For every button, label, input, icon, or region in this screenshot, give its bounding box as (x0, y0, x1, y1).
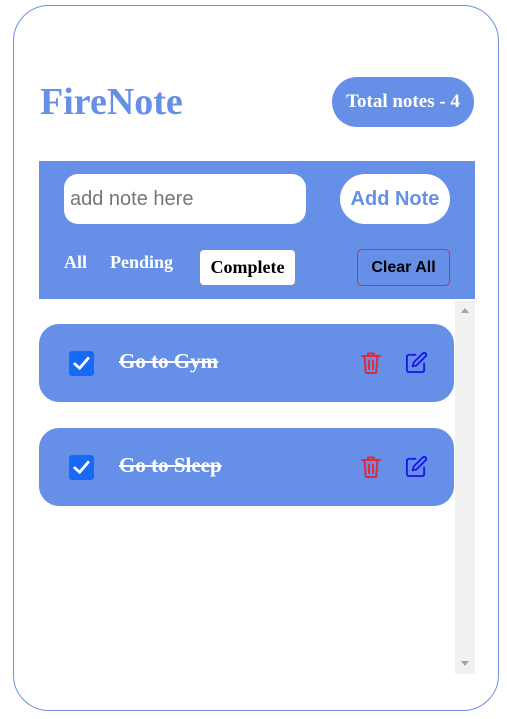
note-input[interactable] (64, 174, 306, 224)
notes-list[interactable]: Go to Gym Go to Sleep (39, 301, 475, 674)
controls-panel: Add Note All Pending Complete Clear All (39, 161, 475, 299)
total-notes-badge: Total notes - 4 (332, 77, 474, 127)
total-notes-label: Total notes - 4 (346, 91, 460, 112)
scroll-up-icon[interactable] (461, 308, 469, 313)
note-text: Go to Gym (119, 349, 219, 373)
delete-button[interactable] (360, 351, 382, 380)
scrollbar[interactable] (455, 301, 475, 674)
note-item: Go to Sleep (39, 428, 454, 506)
filter-complete[interactable]: Complete (200, 250, 295, 285)
filter-all[interactable]: All (64, 252, 87, 273)
note-item: Go to Gym (39, 324, 454, 402)
note-checkbox[interactable] (69, 351, 94, 376)
note-text: Go to Sleep (119, 453, 222, 477)
scroll-down-icon[interactable] (461, 661, 469, 666)
edit-icon (405, 455, 428, 478)
edit-icon (405, 351, 428, 374)
trash-icon (361, 456, 381, 478)
edit-button[interactable] (405, 351, 428, 379)
app-title: FireNote (40, 81, 183, 123)
note-checkbox[interactable] (69, 455, 94, 480)
checkmark-icon (73, 460, 90, 474)
delete-button[interactable] (360, 455, 382, 484)
clear-all-button[interactable]: Clear All (357, 249, 450, 286)
trash-icon (361, 352, 381, 374)
filter-pending[interactable]: Pending (110, 252, 173, 273)
edit-button[interactable] (405, 455, 428, 483)
checkmark-icon (73, 356, 90, 370)
add-note-button[interactable]: Add Note (340, 174, 450, 224)
